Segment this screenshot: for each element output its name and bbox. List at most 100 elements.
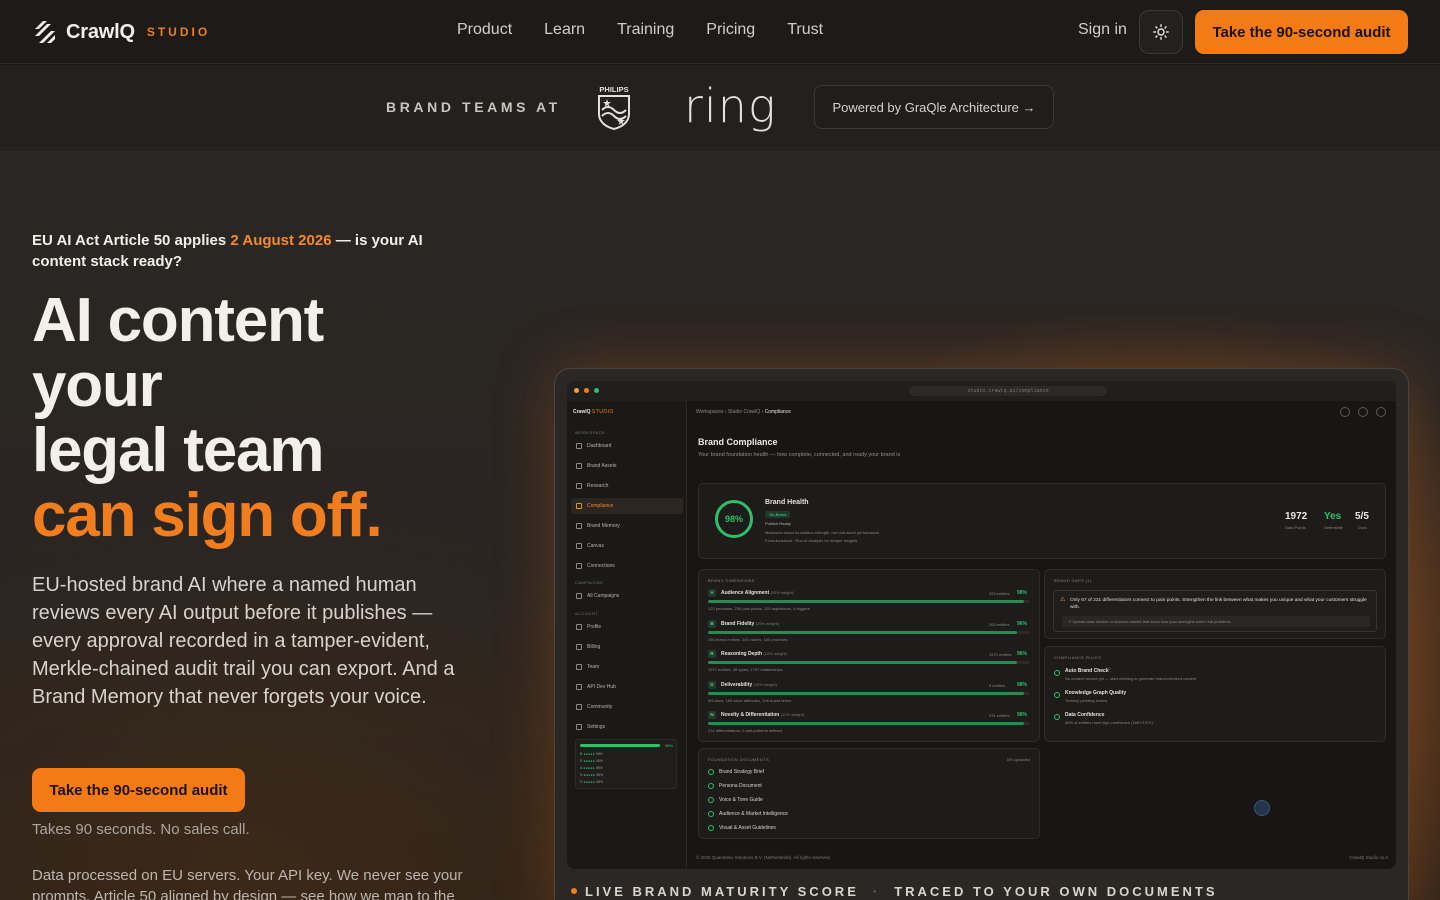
breadcrumb-studio[interactable]: Studio CrawlQ: [728, 409, 760, 415]
page-subtitle: Your brand foundation health — how compl…: [698, 452, 901, 458]
dimension-row: D Deliverability (15% weight) 5 entities 98…: [699, 680, 1041, 710]
health-desc-1: Measures brand foundation strength, not …: [765, 530, 881, 535]
dimension-name: Brand Fidelity (25% weight): [721, 620, 780, 627]
check-icon: [708, 769, 714, 775]
doc-item[interactable]: Voice & Tone Guide: [719, 797, 763, 803]
sidebar-item-all-campaigns[interactable]: All Campaigns: [571, 588, 683, 604]
share-icon: [576, 523, 582, 529]
stat-docs: 5/5: [1355, 511, 1369, 522]
ticker-separator: ·: [872, 884, 881, 899]
theme-icon[interactable]: [1340, 407, 1350, 417]
sidebar-item-label: Settings: [587, 724, 606, 730]
sidebar-item-research[interactable]: Research: [571, 478, 683, 494]
doc-item[interactable]: Brand Strategy Brief: [719, 769, 764, 775]
sidebar-item-brand-memory[interactable]: Brand Memory: [571, 518, 683, 534]
eyebrow-date: 2 August 2026: [230, 232, 332, 249]
sidebar-score-total: 98%: [665, 743, 674, 748]
svg-text:PHILIPS: PHILIPS: [599, 85, 628, 94]
app-sidebar: CrawlQ STUDIO WORKSPACE Dashboard Brand …: [567, 401, 687, 869]
gap-text: Only 67 of 231 differentiators connect t…: [1070, 598, 1367, 610]
nav-product[interactable]: Product: [457, 21, 512, 39]
headline-line-3: legal team: [32, 416, 324, 485]
audit-cta-button-header[interactable]: Take the 90-second audit: [1195, 10, 1408, 54]
sidebar-item-label: Dashboard: [587, 443, 612, 449]
dimension-detail: 265 brand entities, 240 values, 160 prom…: [708, 636, 788, 642]
window-dot-icon: [574, 388, 579, 393]
docs-count: 5/5 uploaded: [1006, 757, 1030, 762]
sidebar-item-label: Team: [587, 664, 600, 670]
stat-defensible-label: Defensible: [1324, 525, 1343, 530]
sidebar-item-label: Compliance: [587, 503, 614, 509]
sidebar-section-account: ACCOUNT: [575, 611, 599, 616]
sidebar-item-community[interactable]: Community: [571, 699, 683, 715]
bell-icon[interactable]: [1358, 407, 1368, 417]
sidebar-score-row: D ●●●●● 98%: [580, 780, 604, 784]
eyebrow-text-a: EU AI Act Article 50 applies: [32, 232, 231, 249]
sidebar-item-brand-assets[interactable]: Brand Assets: [571, 458, 683, 474]
nav-learn[interactable]: Learn: [544, 21, 585, 39]
nav-pricing[interactable]: Pricing: [706, 21, 755, 39]
dimension-meta: 263 entities: [989, 591, 1010, 596]
window-dot-icon: [584, 388, 589, 393]
app-brand-name: CrawlQ: [573, 409, 591, 415]
dimension-name: Reasoning Depth (25% weight): [721, 651, 787, 657]
crawlq-logo-icon: [35, 21, 55, 43]
sidebar-item-settings[interactable]: Settings: [571, 719, 683, 735]
breadcrumb: Workspaces › Studio CrawlQ › Compliance: [696, 409, 791, 415]
health-desc-2: Formula-based · Run AI Analysis for deep…: [765, 538, 858, 543]
url-bar: studio.crawlq.ai/compliance: [909, 386, 1107, 396]
dimension-meta: 1972 entities: [989, 652, 1012, 657]
product-screen: studio.crawlq.ai/compliance CrawlQ STUDI…: [567, 381, 1396, 869]
dimension-meta: 231 entities: [989, 713, 1010, 718]
rule-name: Knowledge Graph Quality: [1065, 690, 1127, 696]
nav-trust[interactable]: Trust: [787, 21, 823, 39]
on-brand-badge: On-Brand: [765, 511, 791, 518]
nav-training[interactable]: Training: [617, 21, 674, 39]
doc-item[interactable]: Audience & Market Intelligence: [719, 811, 788, 817]
avatar[interactable]: [1376, 407, 1386, 417]
plug-icon: [576, 563, 582, 569]
breadcrumb-current: Compliance: [764, 409, 791, 415]
brand-health-title: Brand Health: [765, 499, 809, 506]
help-icon[interactable]: [1254, 800, 1270, 816]
hero-eyebrow: EU AI Act Article 50 applies 2 August 20…: [32, 230, 462, 272]
maturity-ticker: LIVE BRAND MATURITY SCORE · TRACED TO YOUR…: [571, 884, 1218, 899]
audit-cta-button-hero[interactable]: Take the 90-second audit: [32, 768, 245, 812]
dimension-bar: [708, 600, 1030, 603]
dimension-name: Audience Alignment (25% weight): [721, 590, 794, 596]
doc-item[interactable]: Visual & Asset Guidelines: [719, 825, 776, 831]
dimension-bar-fill: [708, 630, 1018, 634]
doc-item[interactable]: Persona Document: [719, 783, 762, 789]
sidebar-item-label: Canvas: [587, 543, 604, 549]
theme-toggle-button[interactable]: [1139, 10, 1183, 54]
powered-by-graqle-button[interactable]: Powered by GraQle Architecture →: [814, 85, 1054, 129]
brand-health-card: 98% Brand Health On-Brand Publish Ready …: [698, 483, 1386, 559]
sidebar-item-canvas[interactable]: Canvas: [571, 538, 683, 554]
sidebar-item-dashboard[interactable]: Dashboard: [571, 438, 683, 454]
sign-in-link[interactable]: Sign in: [1078, 21, 1127, 39]
dashboard-icon: [576, 443, 582, 449]
publish-status: Publish Ready: [765, 521, 791, 526]
check-icon: [708, 811, 714, 817]
warning-icon: ⚠: [1060, 597, 1066, 603]
hero-section: EU AI Act Article 50 applies 2 August 20…: [0, 150, 1440, 900]
sidebar-item-connections[interactable]: Connections: [571, 558, 683, 574]
rule-detail: No content scored yet — start chatting t…: [1065, 676, 1197, 681]
sidebar-item-api-dev-hub[interactable]: API Dev Hub: [571, 679, 683, 695]
dimension-meta: 265 entities: [989, 621, 1010, 627]
sidebar-item-label: Profile: [587, 624, 602, 630]
sidebar-item-profile[interactable]: Profile: [571, 619, 683, 635]
sidebar-item-team[interactable]: Team: [571, 659, 683, 675]
sidebar-item-billing[interactable]: Billing: [571, 639, 683, 655]
dimension-row: R Reasoning Depth (25% weight) 1972 entiti…: [699, 649, 1041, 679]
sidebar-item-compliance[interactable]: Compliance: [571, 498, 683, 514]
dimension-letter: R: [708, 650, 716, 658]
app-brand: CrawlQ STUDIO: [573, 409, 614, 415]
gap-action[interactable]: ↗ Upload case studies or success stories…: [1062, 616, 1370, 627]
dimension-detail: 123 personas, 236 pain points, 129 aspir…: [708, 606, 810, 611]
check-icon: [708, 825, 714, 831]
app-top-icons: [1332, 407, 1386, 417]
logo[interactable]: CrawlQ STUDIO: [32, 19, 210, 45]
sidebar-item-label: API Dev Hub: [587, 684, 616, 690]
breadcrumb-workspaces[interactable]: Workspaces: [696, 409, 723, 415]
